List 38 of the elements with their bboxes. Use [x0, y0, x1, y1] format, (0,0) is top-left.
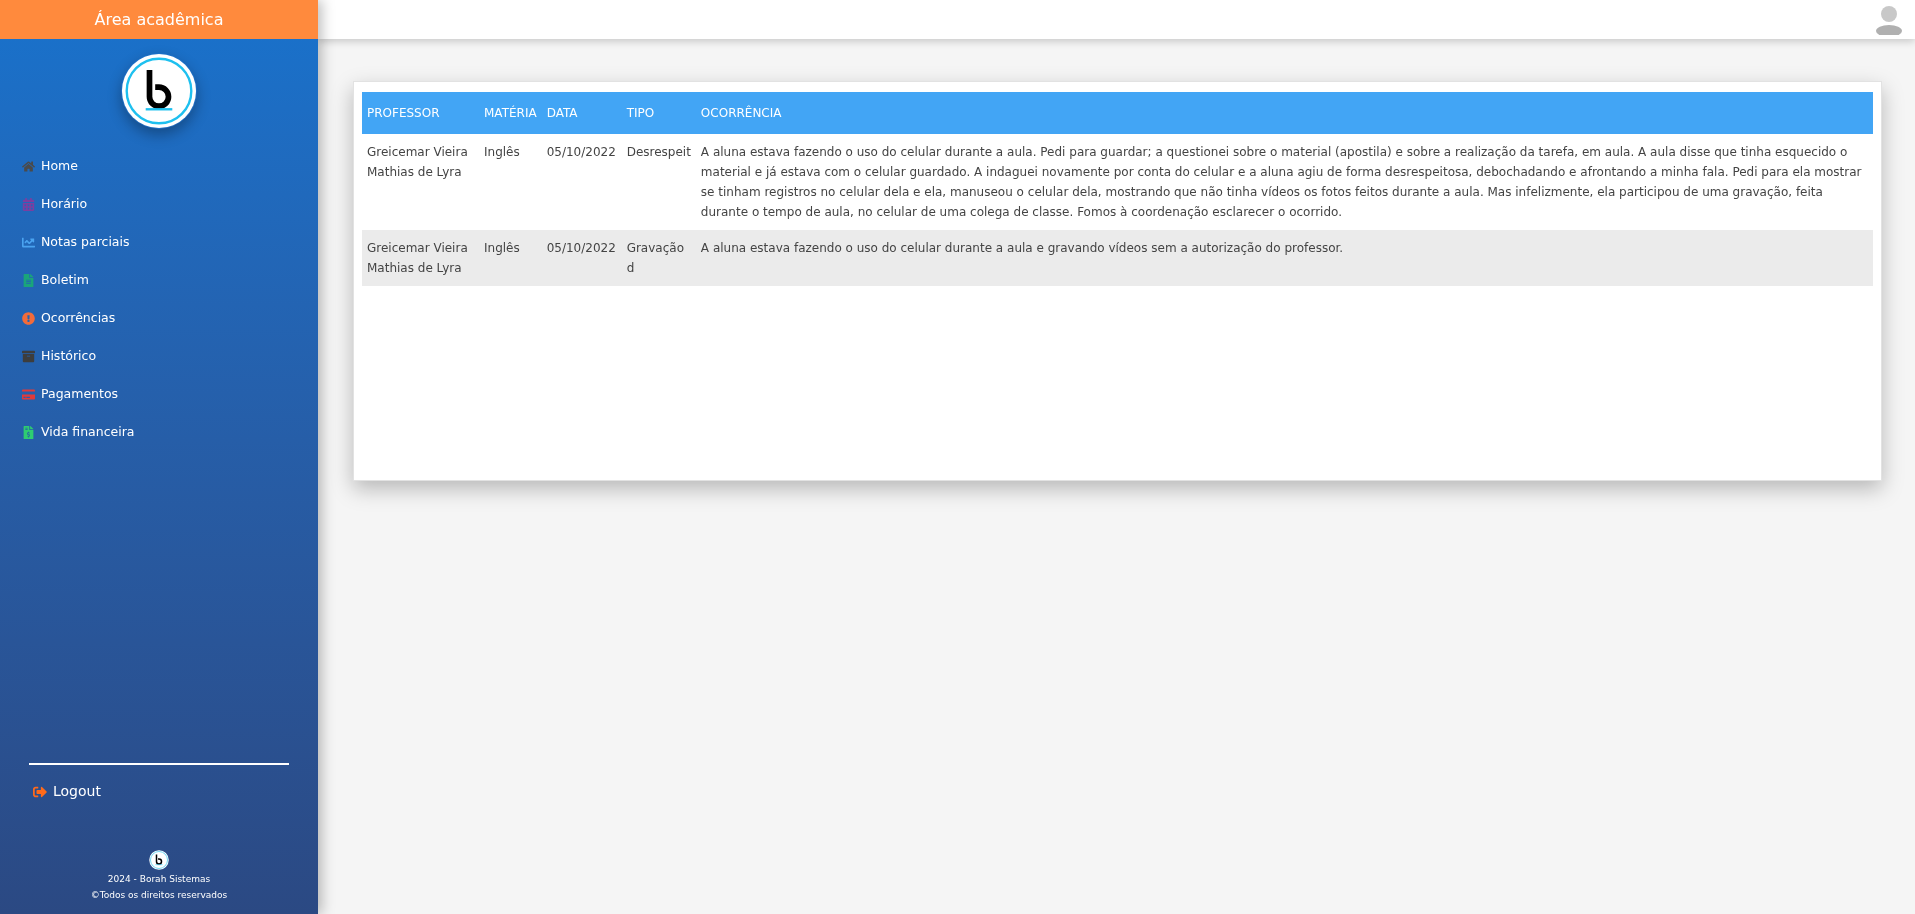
invoice-icon [22, 425, 35, 439]
table-cell: 05/10/2022 [541, 134, 622, 230]
home-icon [22, 159, 35, 173]
document-icon [22, 273, 35, 287]
chart-icon [22, 235, 35, 249]
archive-icon [22, 349, 35, 363]
credit-card-icon [22, 387, 35, 401]
table-cell: Desrespeit [621, 134, 696, 230]
nav-item[interactable]: Notas parciais [22, 223, 296, 261]
nav-item[interactable]: Home [22, 147, 296, 185]
sidebar-title: Área acadêmica [0, 0, 318, 39]
logout-link[interactable]: Logout [33, 781, 285, 802]
column-header: MATÉRIA [479, 92, 542, 134]
nav-item[interactable]: Vida financeira [22, 413, 296, 451]
calendar-icon [22, 197, 35, 211]
column-header: PROFESSOR [362, 92, 479, 134]
column-header: TIPO [621, 92, 696, 134]
table-cell: Greicemar Vieira Mathias de Lyra [362, 134, 479, 230]
nav-item[interactable]: Ocorrências [22, 299, 296, 337]
table-cell: Inglês [479, 230, 542, 286]
nav-item[interactable]: Pagamentos [22, 375, 296, 413]
table-cell: Gravação d [621, 230, 696, 286]
column-header: OCORRÊNCIA [695, 92, 1873, 134]
nav-item[interactable]: Boletim [22, 261, 296, 299]
table-cell: 05/10/2022 [541, 230, 622, 286]
table-cell: Inglês [479, 134, 542, 230]
user-avatar-icon[interactable] [1875, 4, 1903, 35]
alert-icon [22, 311, 35, 325]
small-logo [149, 850, 169, 870]
nav-item[interactable]: Histórico [22, 337, 296, 375]
table-cell: A aluna estava fazendo o uso do celular durante a aula. Pedi para guardar; a questionei sobre o material (apostila) e sobre a realização da tarefa, em aula. A aula disse que tinha esquecido o material e já estava com o celular guardado. A indaguei novamente por conta do celular e a aluna agiu de forma desrespeitosa, debochadando e afrontando a minha fala. Pedi para ela mostrar se tinham registros no celular dela e ela, manuseou o celular dela, mostrando que não tinha vídeos os fotos feitos durante a aula. Mas infelizmente, ela participou de uma gravação, feita durante o tempo de aula, no celular de uma colega de classe. Fomos à coordenação esclarecer o ocorrido. [695, 134, 1873, 230]
column-header: DATA [541, 92, 622, 134]
nav-item[interactable]: Horário [22, 185, 296, 223]
footer-text: ©Todos os direitos reservados [90, 889, 228, 902]
footer-text: 2024 - Borah Sistemas [107, 873, 211, 886]
table-cell: A aluna estava fazendo o uso do celular durante a aula e gravando vídeos sem a autorização do professor. [695, 230, 1873, 286]
table-cell: Greicemar Vieira Mathias de Lyra [362, 230, 479, 286]
logout-icon [33, 784, 47, 799]
